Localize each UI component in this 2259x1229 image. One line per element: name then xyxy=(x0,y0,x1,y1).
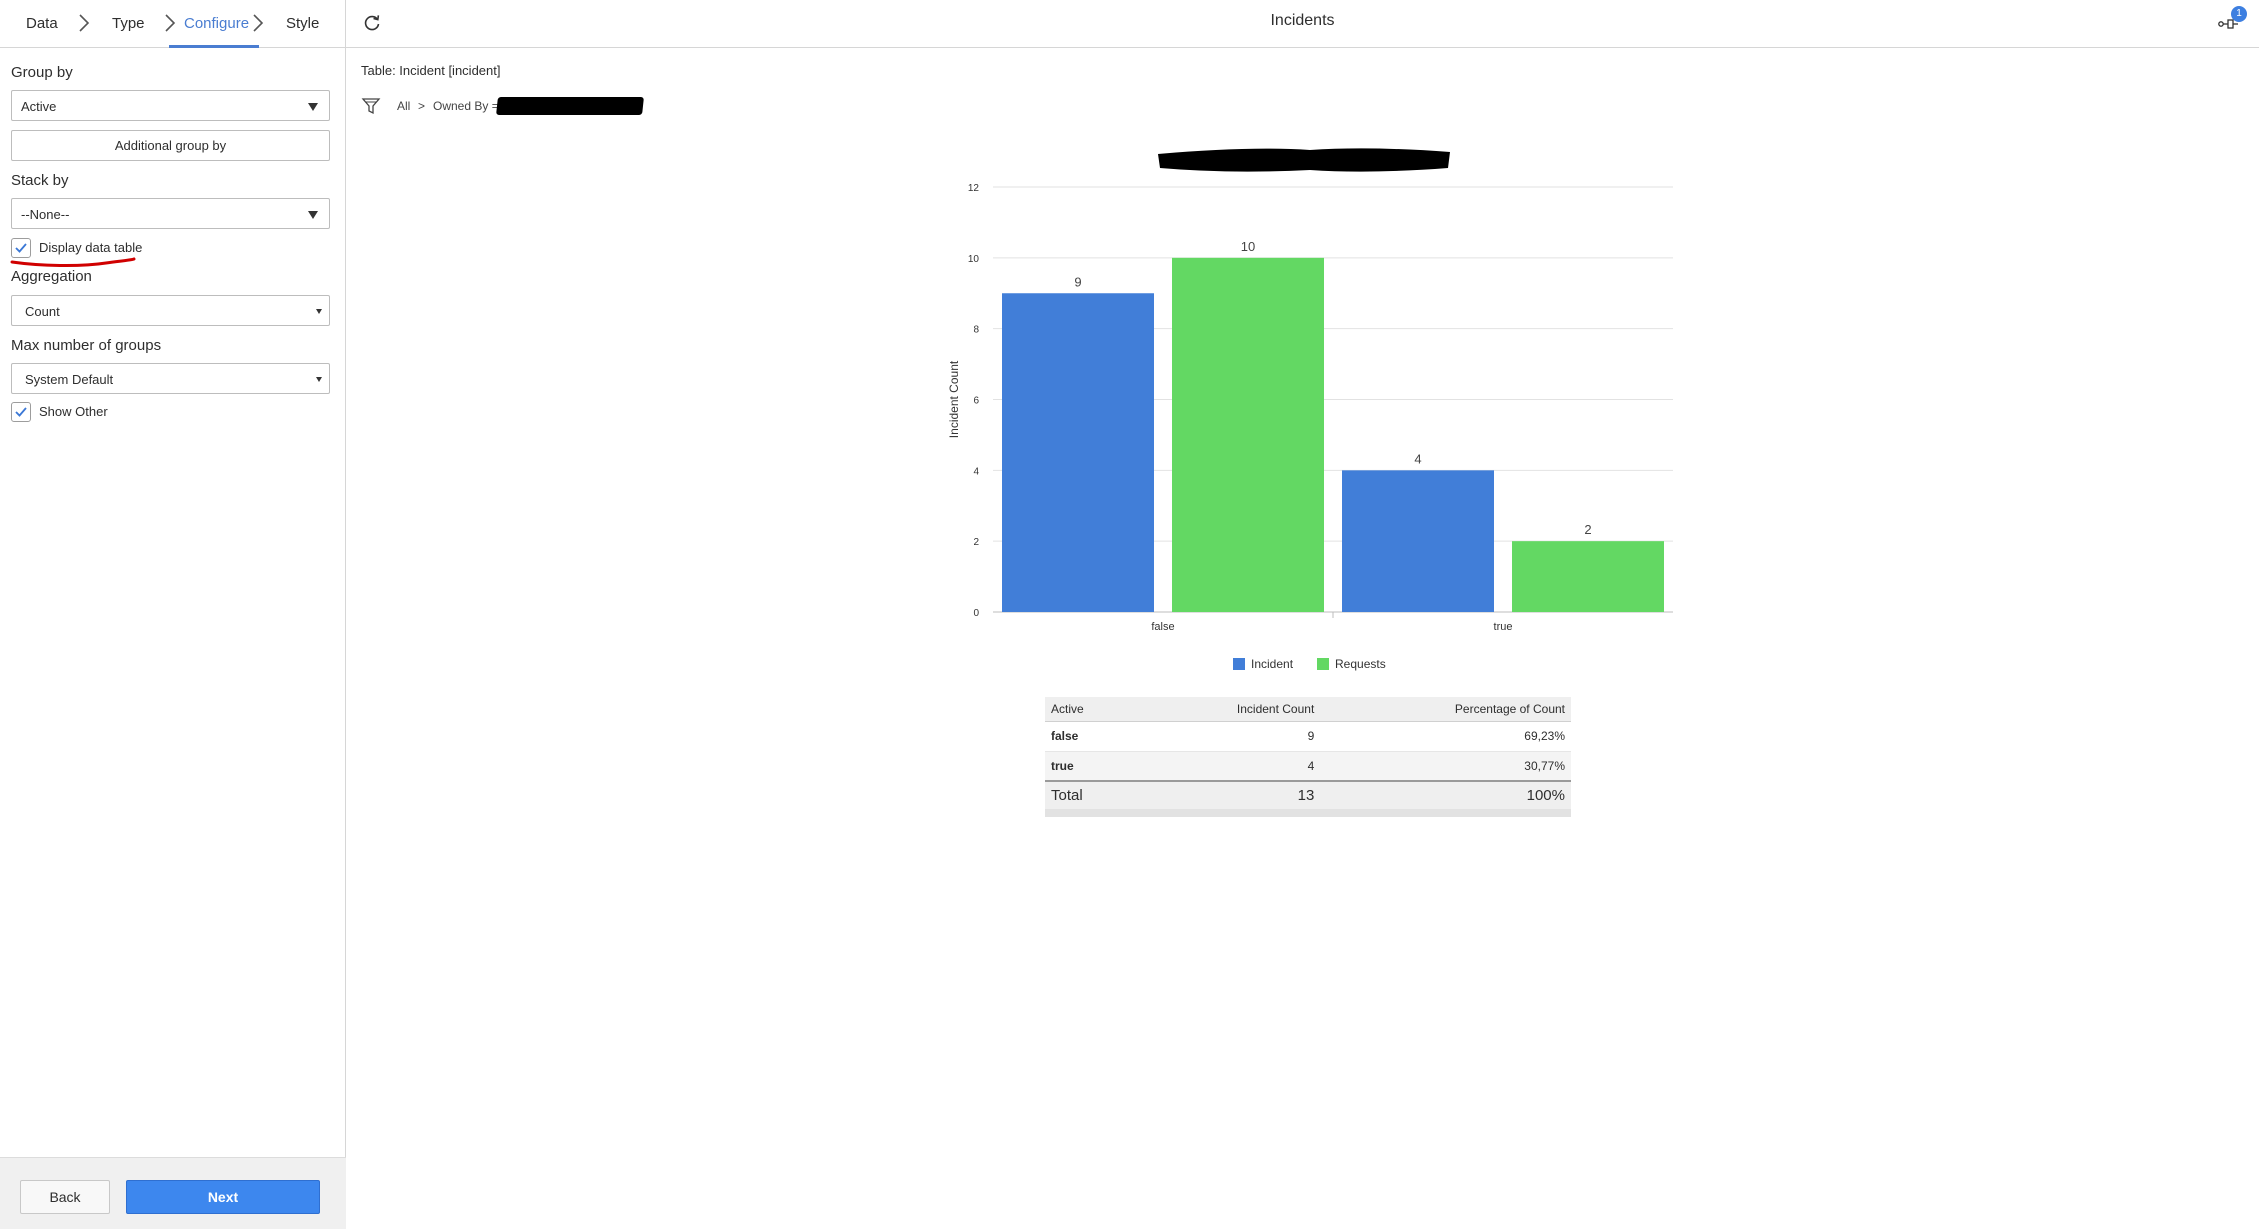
data-table: Active Incident Count Percentage of Coun… xyxy=(1045,697,1571,817)
bar-requests-false xyxy=(1172,257,1324,612)
show-other-label: Show Other xyxy=(39,404,108,419)
filter-owned-by[interactable]: Owned By = xyxy=(433,99,499,113)
chevron-right-icon xyxy=(79,14,90,32)
report-header: Incidents 1 xyxy=(346,0,2259,48)
stack-by-select[interactable]: --None-- xyxy=(11,198,330,229)
filter-icon[interactable] xyxy=(361,96,381,116)
legend-label-incident: Incident xyxy=(1251,657,1294,671)
aggregation-value: Count xyxy=(25,304,60,319)
chevron-right-icon xyxy=(253,14,264,32)
data-label: 9 xyxy=(1074,274,1081,289)
aggregation-label: Aggregation xyxy=(11,268,92,285)
stack-by-value: --None-- xyxy=(21,207,70,222)
group-by-value: Active xyxy=(21,99,57,114)
active-step-indicator xyxy=(169,45,259,48)
x-tick-label: false xyxy=(1151,621,1174,633)
report-title: Incidents xyxy=(1270,12,1335,29)
table-total-count: 13 xyxy=(1136,781,1321,817)
table-total-percentage: 100% xyxy=(1320,781,1571,817)
config-panel: Data Type Configure Style Group by Activ… xyxy=(0,0,346,1229)
bar-chart: 0 2 4 6 8 10 12 Incident Count 9 10 false 4 2 true In… xyxy=(947,148,1673,671)
y-tick-label: 4 xyxy=(973,466,979,477)
next-button[interactable]: Next xyxy=(126,1180,320,1214)
checkmark-icon xyxy=(15,243,27,253)
max-groups-value: System Default xyxy=(25,372,114,387)
y-tick-label: 6 xyxy=(973,396,979,407)
step-style[interactable]: Style xyxy=(286,12,319,36)
legend-swatch-requests xyxy=(1317,658,1329,670)
stack-by-label: Stack by xyxy=(11,172,69,189)
legend-label-requests: Requests xyxy=(1335,657,1386,671)
filter-all-link[interactable]: All xyxy=(397,99,410,113)
max-groups-select[interactable]: System Default xyxy=(11,363,330,394)
max-groups-label: Max number of groups xyxy=(11,337,162,354)
table-cell: 30,77% xyxy=(1320,751,1571,782)
y-tick-label: 10 xyxy=(968,254,980,265)
table-total-label: Total xyxy=(1045,781,1137,817)
data-label: 10 xyxy=(1241,239,1255,254)
y-tick-label: 0 xyxy=(973,608,979,619)
chevron-right-icon xyxy=(165,14,176,32)
chart-title-redaction xyxy=(1158,148,1450,172)
table-cell: true xyxy=(1045,751,1137,782)
y-axis-label: Incident Count xyxy=(947,360,961,438)
display-data-table-label: Display data table xyxy=(39,240,143,255)
table-row[interactable]: false 9 69,23% xyxy=(1045,721,1571,752)
notification-badge: 1 xyxy=(2231,6,2247,22)
group-by-label: Group by xyxy=(11,64,73,81)
caret-down-icon xyxy=(316,309,322,314)
table-header-incident-count[interactable]: Incident Count xyxy=(1136,697,1321,722)
bar-incident-false xyxy=(1002,293,1154,612)
legend-swatch-incident xyxy=(1233,658,1245,670)
y-tick-label: 2 xyxy=(973,537,979,548)
table-header-active[interactable]: Active xyxy=(1045,697,1137,722)
filter-separator: > xyxy=(418,99,426,113)
step-type[interactable]: Type xyxy=(112,12,145,36)
table-total-row: Total 13 100% xyxy=(1045,781,1571,817)
caret-down-icon xyxy=(316,377,322,382)
display-data-table-checkbox[interactable] xyxy=(11,238,31,258)
y-tick-label: 12 xyxy=(968,183,980,194)
step-data[interactable]: Data xyxy=(26,12,58,36)
bar-incident-true xyxy=(1342,470,1494,612)
table-cell: 4 xyxy=(1136,751,1321,782)
table-label: Table: Incident [incident] xyxy=(361,63,501,78)
data-label: 4 xyxy=(1414,451,1421,466)
table-cell: 69,23% xyxy=(1320,721,1571,752)
data-label: 2 xyxy=(1584,522,1591,537)
step-configure[interactable]: Configure xyxy=(184,12,249,36)
table-cell: false xyxy=(1045,721,1137,752)
red-underline-annotation xyxy=(10,257,136,268)
additional-group-by-button[interactable]: Additional group by xyxy=(11,130,330,161)
aggregation-select[interactable]: Count xyxy=(11,295,330,326)
table-cell: 9 xyxy=(1136,721,1321,752)
table-header-row: Active Incident Count Percentage of Coun… xyxy=(1045,697,1571,722)
group-by-select[interactable]: Active xyxy=(11,90,330,121)
x-tick-label: true xyxy=(1494,621,1513,633)
checkmark-icon xyxy=(15,407,27,417)
redaction-mark xyxy=(496,97,644,115)
caret-down-icon xyxy=(308,211,318,219)
table-row[interactable]: true 4 30,77% xyxy=(1045,751,1571,782)
y-tick-label: 8 xyxy=(973,325,979,336)
caret-down-icon xyxy=(308,103,318,111)
back-button[interactable]: Back xyxy=(20,1180,110,1214)
step-nav: Data Type Configure Style xyxy=(0,0,346,48)
show-other-checkbox[interactable] xyxy=(11,402,31,422)
bar-requests-true xyxy=(1512,541,1664,612)
table-header-percentage[interactable]: Percentage of Count xyxy=(1320,697,1571,722)
